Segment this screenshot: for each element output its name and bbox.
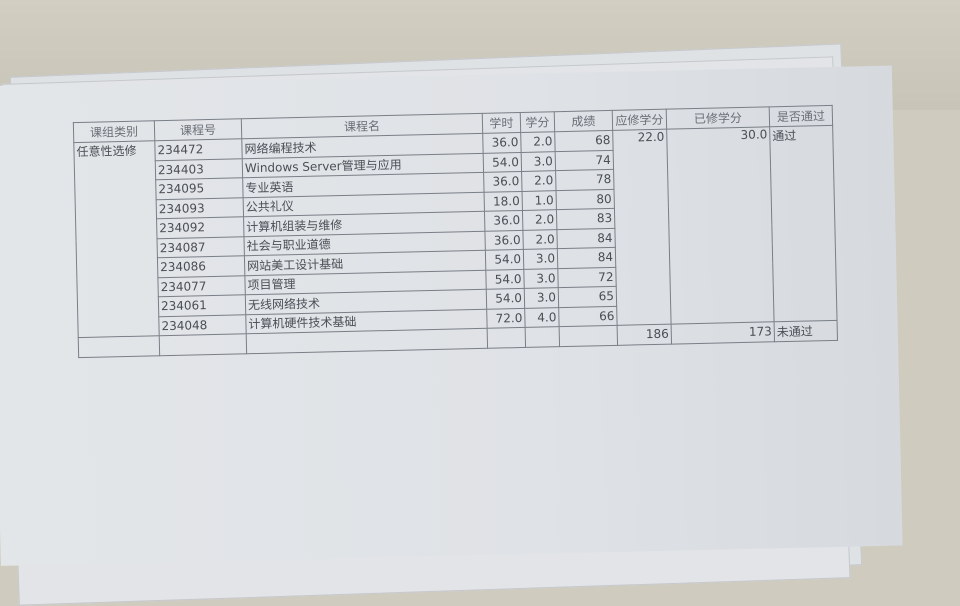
hours-cell: 36.0: [483, 171, 523, 192]
header-score: 成绩: [554, 110, 613, 132]
header-course-id: 课程号: [154, 118, 242, 141]
header-category: 课组类别: [73, 120, 155, 143]
score-cell: 66: [558, 305, 618, 327]
transcript-page: 课组类别 课程号 课程名 学时 学分 成绩 应修学分 已修学分 是否通过 任意性…: [0, 65, 903, 566]
hours-cell: 54.0: [485, 249, 524, 270]
hours-cell: 36.0: [482, 132, 522, 153]
course-id-cell: 234092: [156, 216, 244, 239]
empty-cell: [159, 333, 247, 356]
credits-cell: 4.0: [524, 307, 560, 328]
transcript-table: 课组类别 课程号 课程名 学时 学分 成绩 应修学分 已修学分 是否通过 任意性…: [73, 105, 838, 358]
score-cell: 83: [556, 208, 615, 230]
total-pass-status: 未通过: [774, 320, 838, 342]
credits-cell: 3.0: [523, 268, 559, 289]
course-id-cell: 234472: [154, 138, 243, 161]
group-pass-status: 通过: [769, 125, 838, 322]
hours-cell: 54.0: [486, 288, 525, 309]
header-required-credits: 应修学分: [612, 109, 667, 131]
course-id-cell: 234086: [157, 255, 245, 278]
group-required-credits: 22.0: [612, 129, 672, 326]
course-id-cell: 234095: [155, 177, 244, 200]
hours-cell: 72.0: [486, 307, 526, 329]
total-earned-credits: 173: [671, 321, 775, 344]
credits-cell: 2.0: [522, 229, 558, 250]
hours-cell: 18.0: [484, 190, 523, 212]
header-credits: 学分: [520, 111, 555, 133]
credits-cell: 1.0: [522, 190, 557, 211]
score-cell: 65: [558, 286, 617, 308]
credits-cell: 2.0: [521, 170, 557, 191]
course-id-cell: 234048: [158, 314, 247, 336]
score-cell: 78: [555, 169, 614, 191]
course-id-cell: 234403: [155, 158, 243, 180]
course-id-cell: 234087: [156, 236, 245, 258]
score-cell: 80: [556, 188, 615, 210]
header-passed: 是否通过: [769, 105, 833, 127]
credits-cell: 3.0: [521, 151, 556, 172]
score-cell: 72: [557, 266, 617, 288]
category-cell: 任意性选修: [73, 140, 160, 338]
credits-cell: 3.0: [524, 287, 559, 308]
group-earned-credits: 30.0: [666, 126, 775, 325]
total-required-credits: 186: [617, 324, 672, 345]
hours-cell: 54.0: [483, 151, 522, 173]
score-cell: 74: [555, 149, 614, 171]
course-id-cell: 234093: [156, 197, 244, 219]
course-id-cell: 234077: [157, 275, 246, 297]
hours-cell: 54.0: [485, 268, 525, 290]
course-id-cell: 234061: [158, 294, 246, 317]
empty-cell: [246, 328, 488, 354]
header-earned-credits: 已修学分: [666, 106, 770, 130]
score-cell: 84: [556, 227, 616, 249]
header-hours: 学时: [482, 112, 521, 134]
credits-cell: 3.0: [523, 248, 558, 269]
hours-cell: 36.0: [484, 210, 523, 231]
empty-cell: [559, 325, 618, 347]
empty-cell: [78, 335, 160, 358]
score-cell: 84: [557, 247, 616, 269]
credits-cell: 2.0: [520, 131, 556, 152]
empty-cell: [525, 326, 560, 347]
credits-cell: 2.0: [522, 209, 557, 230]
hours-cell: 36.0: [484, 229, 524, 251]
empty-cell: [487, 327, 526, 348]
score-cell: 68: [554, 130, 614, 152]
